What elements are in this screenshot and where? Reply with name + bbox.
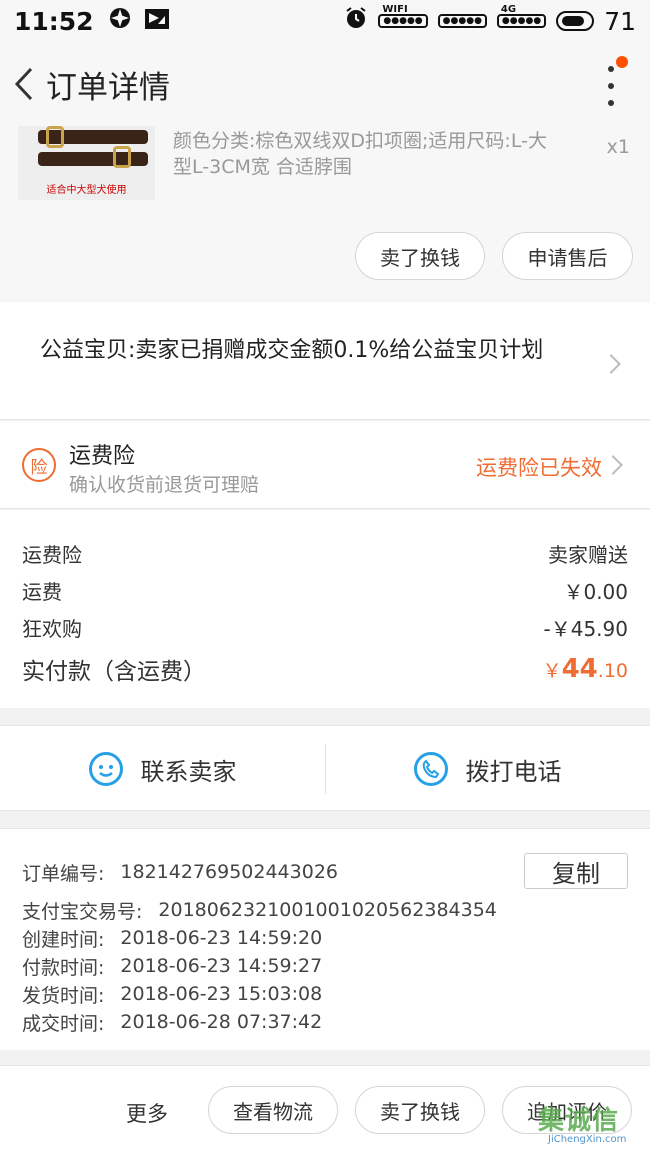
insurance-name: 运费险: [69, 444, 136, 469]
collar-strap-shape: [38, 152, 148, 166]
more-menu-button[interactable]: [596, 66, 626, 106]
back-button[interactable]: [4, 64, 44, 104]
resell-button[interactable]: 卖了换钱: [355, 232, 485, 280]
info-value: 2018062321001001020562384354: [158, 899, 497, 921]
copy-order-number-button[interactable]: 复制: [524, 853, 628, 889]
contact-seller-label: 联系卖家: [140, 757, 237, 786]
resell-button[interactable]: 卖了换钱: [355, 1086, 485, 1134]
product-image-caption: 适合中大型犬使用: [46, 185, 127, 196]
call-button[interactable]: 拨打电话: [325, 726, 650, 812]
product-quantity: x1: [606, 136, 630, 158]
info-label: 订单编号:: [22, 862, 105, 885]
fee-row: 运费 ￥0.00: [22, 575, 628, 605]
insurance-badge-icon: 险: [22, 448, 56, 482]
insurance-status: 运费险已失效: [476, 456, 602, 480]
nav-bar: 订单详情: [0, 42, 650, 126]
product-sku: 颜色分类:棕色双线双D扣项圈;适用尺码:L-大型L-3CM宽 合适脖围: [173, 130, 547, 178]
total-amount: ￥44.10: [542, 654, 628, 684]
site-watermark: 集诚信 JiChengXin.com: [534, 1100, 650, 1155]
battery-icon: [556, 11, 595, 31]
info-label: 支付宝交易号:: [22, 900, 143, 923]
battery-level: 71: [604, 6, 636, 36]
shipping-insurance-row[interactable]: 险 运费险 确认收货前退货可理赔 运费险已失效: [0, 421, 650, 509]
fee-label: 运费: [22, 579, 62, 604]
status-bar: 11:52 WIFI ●●●●● ●●●●● 4G ●●●●● 71: [0, 0, 650, 42]
phone-icon: [413, 752, 448, 786]
buckle-shape: [113, 146, 131, 168]
page-title: 订单详情: [46, 69, 170, 106]
created-time-row: 创建时间: 2018-06-23 14:59:20: [22, 925, 322, 951]
chevron-left-icon: [14, 67, 33, 101]
buckle-shape: [46, 126, 64, 148]
paid-time-row: 付款时间: 2018-06-23 14:59:27: [22, 953, 322, 979]
alarm-icon: [344, 6, 368, 36]
signal-indicator: ●●●●●: [437, 14, 487, 28]
insurance-description: 确认收货前退货可理赔: [69, 474, 260, 496]
fee-row: 运费险 卖家赠送: [22, 538, 628, 568]
fee-value: ￥0.00: [563, 579, 628, 604]
info-label: 成交时间:: [22, 1012, 105, 1035]
more-dot-icon: [608, 66, 614, 72]
order-number-row: 订单编号: 182142769502443026: [22, 859, 338, 885]
info-label: 付款时间:: [22, 956, 105, 979]
after-sales-button[interactable]: 申请售后: [502, 232, 633, 280]
wifi-indicator: WIFI ●●●●●: [378, 5, 428, 28]
image-notification-icon: [144, 7, 170, 36]
total-row: 实付款（含运费） ￥44.10: [22, 652, 628, 686]
notification-dot: [616, 56, 628, 68]
charity-row[interactable]: 公益宝贝:卖家已捐赠成交金额0.1%给公益宝贝计划: [0, 302, 650, 420]
aperture-icon: [108, 6, 132, 36]
status-time: 11:52: [14, 6, 94, 36]
info-value: 2018-06-28 07:37:42: [120, 1011, 323, 1033]
info-label: 发货时间:: [22, 984, 105, 1007]
fee-row: 狂欢购 -￥45.90: [22, 612, 628, 642]
network-4g-indicator: 4G ●●●●●: [496, 5, 547, 28]
info-value: 2018-06-23 15:03:08: [120, 983, 323, 1005]
alipay-trade-row: 支付宝交易号: 2018062321001001020562384354: [22, 897, 497, 923]
contact-bar: 联系卖家 拨打电话: [0, 725, 650, 811]
fee-value: -￥45.90: [543, 616, 628, 641]
fee-value: 卖家赠送: [548, 542, 628, 567]
fee-summary: 运费险 卖家赠送 运费 ￥0.00 狂欢购 -￥45.90 实付款（含运费） ￥…: [0, 510, 650, 708]
info-value: 182142769502443026: [120, 861, 338, 883]
view-logistics-button[interactable]: 查看物流: [208, 1086, 338, 1134]
more-dot-icon: [608, 83, 614, 89]
product-thumbnail[interactable]: 适合中大型犬使用: [18, 126, 155, 200]
chevron-right-icon: [603, 455, 623, 475]
total-label: 实付款（含运费）: [22, 659, 206, 685]
info-value: 2018-06-23 14:59:20: [120, 927, 323, 949]
info-label: 创建时间:: [22, 928, 105, 951]
contact-seller-button[interactable]: 联系卖家: [0, 726, 325, 812]
completed-time-row: 成交时间: 2018-06-28 07:37:42: [22, 1009, 322, 1035]
fee-label: 狂欢购: [22, 616, 82, 641]
charity-text: 公益宝贝:卖家已捐赠成交金额0.1%给公益宝贝计划: [40, 338, 544, 363]
watermark-url: JiChengXin.com: [548, 1134, 627, 1145]
more-dot-icon: [608, 100, 614, 106]
watermark-text: 集诚信: [538, 1106, 620, 1136]
chat-face-icon: [88, 752, 123, 786]
chevron-right-icon: [601, 354, 621, 374]
more-actions-button[interactable]: 更多: [126, 1098, 168, 1128]
shipped-time-row: 发货时间: 2018-06-23 15:03:08: [22, 981, 322, 1007]
product-item: 适合中大型犬使用 颜色分类:棕色双线双D扣项圈;适用尺码:L-大型L-3CM宽 …: [0, 126, 650, 301]
info-value: 2018-06-23 14:59:27: [120, 955, 323, 977]
order-info: 复制 订单编号: 182142769502443026 支付宝交易号: 2018…: [0, 828, 650, 1050]
fee-label: 运费险: [22, 542, 82, 567]
call-label: 拨打电话: [465, 757, 562, 786]
